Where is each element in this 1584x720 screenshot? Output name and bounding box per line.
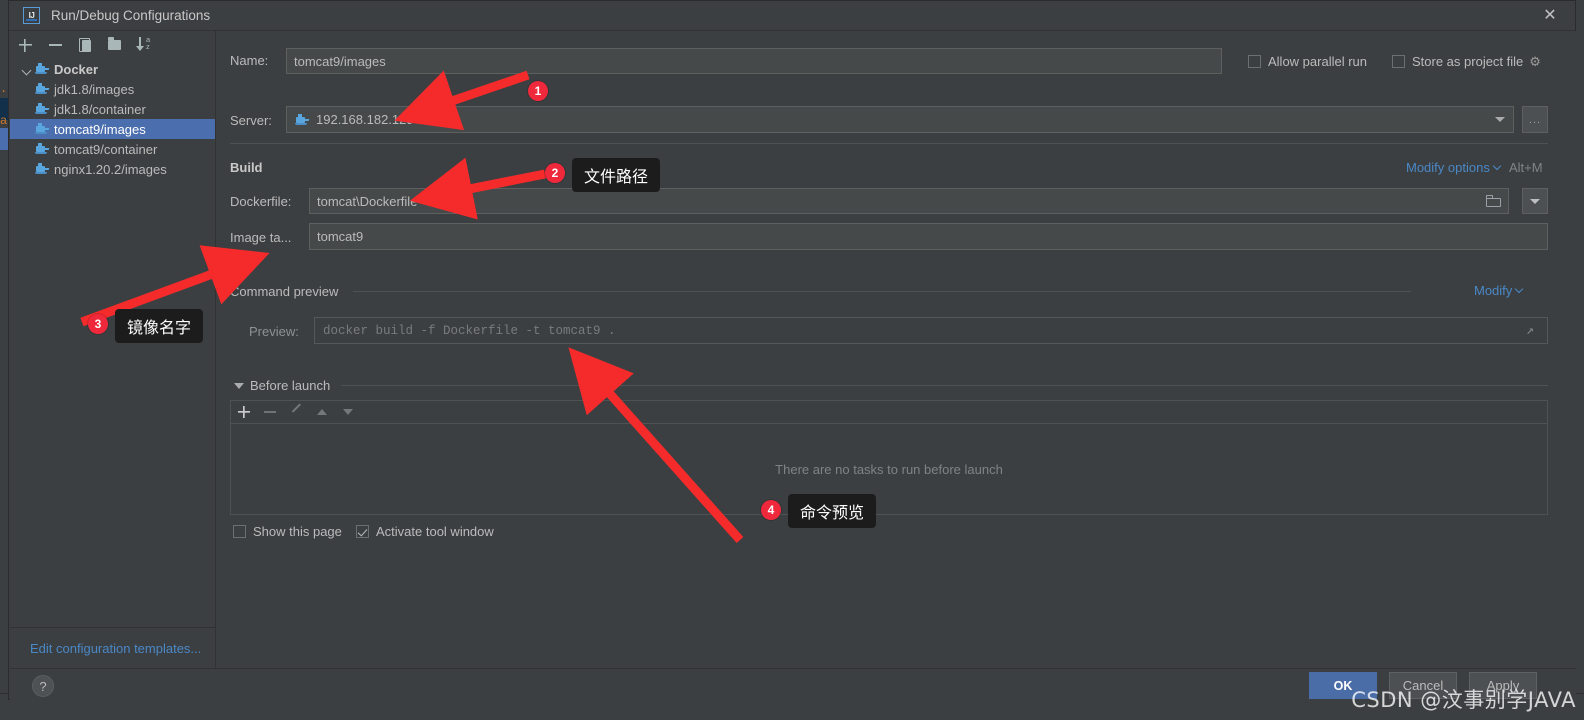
store-as-project-file-checkbox[interactable]: Store as project file ⚙ xyxy=(1392,54,1543,69)
dialog-title: Run/Debug Configurations xyxy=(51,8,211,23)
activate-tool-window-checkbox[interactable]: Activate tool window xyxy=(356,524,494,539)
run-debug-configurations-dialog: IJ Run/Debug Configurations ✕ az Docker xyxy=(8,0,1576,700)
remove-configuration-button[interactable] xyxy=(40,32,70,58)
new-folder-button[interactable] xyxy=(100,32,130,58)
folder-icon[interactable] xyxy=(1486,195,1501,207)
before-launch-empty-text: There are no tasks to run before launch xyxy=(775,461,1003,477)
modify-options-link[interactable]: Modify options xyxy=(1406,160,1503,175)
before-launch-toolbar xyxy=(230,400,1548,424)
server-value: 192.168.182.129 xyxy=(316,112,414,127)
docker-icon xyxy=(34,142,50,156)
modify-options-shortcut: Alt+M xyxy=(1509,160,1543,175)
copy-configuration-button[interactable] xyxy=(70,32,100,58)
preview-label: Preview: xyxy=(249,324,299,339)
add-configuration-button[interactable] xyxy=(10,32,40,58)
command-preview-title: Command preview xyxy=(230,284,339,299)
checkbox-box[interactable] xyxy=(1392,55,1405,68)
screenshot-root: .t ar IJ Run/Debug Configurations ✕ az xyxy=(0,0,1584,720)
image-tag-input[interactable]: tomcat9 xyxy=(309,223,1548,250)
before-launch-divider xyxy=(341,385,1548,386)
store-as-project-file-label: Store as project file xyxy=(1412,54,1524,69)
chevron-down-icon[interactable] xyxy=(20,62,34,76)
remove-task-button[interactable] xyxy=(257,401,283,423)
name-label: Name: xyxy=(230,53,269,68)
checkbox-box[interactable] xyxy=(1248,55,1261,68)
build-section-title: Build xyxy=(230,160,263,175)
allow-parallel-run-checkbox[interactable]: Allow parallel run xyxy=(1248,54,1367,69)
tree-item-tomcat9-images[interactable]: tomcat9/images xyxy=(10,119,215,139)
configuration-form: Name: tomcat9/images Allow parallel run … xyxy=(216,31,1576,668)
tree-group-docker[interactable]: Docker xyxy=(10,59,215,79)
before-launch-title: Before launch xyxy=(250,378,331,393)
tree-item-label: jdk1.8/images xyxy=(54,81,135,97)
move-task-down-button[interactable] xyxy=(335,401,361,423)
show-this-page-checkbox[interactable]: Show this page xyxy=(233,524,342,539)
dockerfile-value: tomcat\Dockerfile xyxy=(317,193,418,209)
tree-item-label: tomcat9/images xyxy=(54,121,146,137)
configurations-toolbar: az xyxy=(10,31,215,60)
chevron-down-icon[interactable] xyxy=(1487,107,1513,132)
move-task-up-button[interactable] xyxy=(309,401,335,423)
modify-options-label: Modify options xyxy=(1406,160,1490,175)
tree-item-jdk18-images[interactable]: jdk1.8/images xyxy=(10,79,215,99)
gear-icon[interactable]: ⚙ xyxy=(1529,54,1543,69)
intellij-logo-icon: IJ xyxy=(23,7,40,24)
close-icon[interactable]: ✕ xyxy=(1539,5,1561,26)
tree-item-jdk18-container[interactable]: jdk1.8/container xyxy=(10,99,215,119)
docker-icon xyxy=(34,122,50,136)
docker-icon xyxy=(34,102,50,116)
preview-value: docker build -f Dockerfile -t tomcat9 . xyxy=(323,323,616,338)
expand-icon[interactable]: ↗ xyxy=(1526,324,1539,337)
tree-footer: Edit configuration templates... xyxy=(10,627,235,669)
modify-label: Modify xyxy=(1474,283,1513,298)
checkbox-box[interactable] xyxy=(356,525,369,538)
chevron-down-icon xyxy=(1494,163,1503,172)
dockerfile-input[interactable]: tomcat\Dockerfile xyxy=(309,188,1509,214)
tree-item-nginx-images[interactable]: nginx1.20.2/images xyxy=(10,159,215,179)
add-task-button[interactable] xyxy=(231,401,257,423)
dialog-titlebar: IJ Run/Debug Configurations ✕ xyxy=(9,1,1575,31)
dockerfile-dropdown-button[interactable] xyxy=(1522,188,1548,214)
triangle-down-icon[interactable] xyxy=(234,383,244,389)
tree-item-label: nginx1.20.2/images xyxy=(54,161,167,177)
server-label: Server: xyxy=(230,113,272,128)
edit-task-button[interactable] xyxy=(283,401,309,423)
configurations-tree: Docker jdk1.8/images jdk1.8/container to… xyxy=(10,59,215,627)
docker-icon xyxy=(294,113,310,127)
before-launch-task-list[interactable]: There are no tasks to run before launch xyxy=(230,424,1548,515)
checkbox-box[interactable] xyxy=(233,525,246,538)
edit-configuration-templates-link[interactable]: Edit configuration templates... xyxy=(30,641,201,656)
command-preview-divider xyxy=(353,291,1411,292)
sort-configurations-button[interactable]: az xyxy=(130,32,160,58)
tree-item-label: jdk1.8/container xyxy=(54,101,146,117)
tree-item-label: tomcat9/container xyxy=(54,141,158,157)
dockerfile-label: Dockerfile: xyxy=(230,194,292,209)
docker-icon xyxy=(34,162,50,176)
server-combo[interactable]: 192.168.182.129 xyxy=(286,106,1514,133)
preview-field: docker build -f Dockerfile -t tomcat9 . … xyxy=(314,317,1548,344)
image-tag-label: Image ta... xyxy=(230,230,292,245)
dialog-footer: ? OK Cancel Apply xyxy=(10,669,1576,700)
allow-parallel-run-label: Allow parallel run xyxy=(1268,54,1367,69)
name-input[interactable]: tomcat9/images xyxy=(286,48,1222,74)
watermark: CSDN @汶事别学JAVA xyxy=(1351,688,1576,712)
tree-item-tomcat9-container[interactable]: tomcat9/container xyxy=(10,139,215,159)
activate-tool-window-label: Activate tool window xyxy=(376,524,494,539)
tree-group-label: Docker xyxy=(54,61,99,77)
docker-icon xyxy=(34,62,50,76)
chevron-down-icon xyxy=(1516,286,1525,295)
show-this-page-label: Show this page xyxy=(253,524,342,539)
docker-icon xyxy=(34,82,50,96)
server-browse-button[interactable]: ... xyxy=(1522,106,1548,133)
modify-link[interactable]: Modify xyxy=(1474,283,1525,298)
help-button[interactable]: ? xyxy=(32,675,54,697)
build-section-divider xyxy=(230,143,1548,144)
